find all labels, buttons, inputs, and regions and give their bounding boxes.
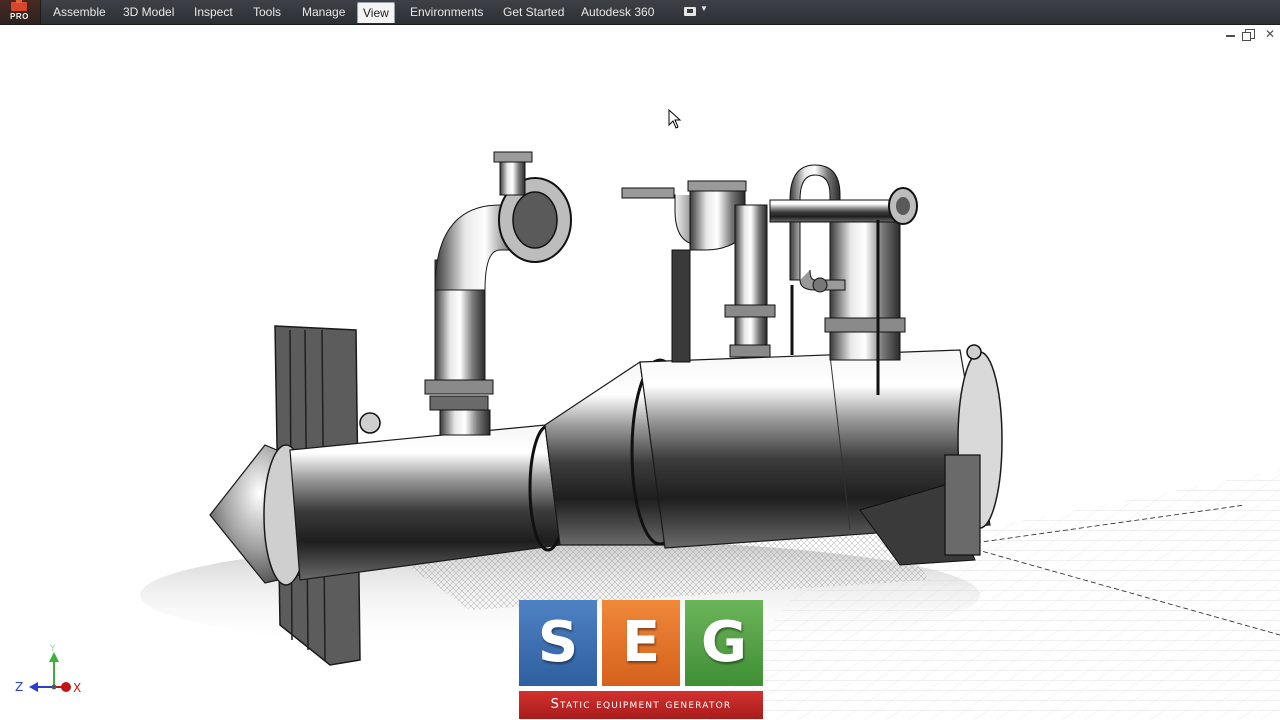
- tab-manage[interactable]: Manage: [297, 3, 350, 21]
- seg-letter-g: G: [685, 600, 763, 686]
- chevron-down-icon[interactable]: ▼: [700, 4, 708, 13]
- seg-letter-e: E: [602, 600, 680, 686]
- app-badge: PRO: [10, 12, 29, 21]
- seg-logo: S E G Static equipment generator: [519, 600, 763, 720]
- seg-caption: Static equipment generator: [519, 691, 763, 719]
- tab-view[interactable]: View: [357, 2, 395, 23]
- axis-x-label: X: [73, 681, 82, 695]
- tab-tools[interactable]: Tools: [248, 3, 286, 21]
- tab-autodesk-360[interactable]: Autodesk 360: [576, 3, 659, 21]
- seg-letter-s: S: [519, 600, 597, 686]
- tab-assemble[interactable]: Assemble: [48, 3, 111, 21]
- axis-y-label: Y: [50, 644, 56, 654]
- tab-inspect[interactable]: Inspect: [189, 3, 238, 21]
- tab-3d-model[interactable]: 3D Model: [118, 3, 179, 21]
- panel-display-icon[interactable]: [684, 7, 696, 16]
- ribbon-menu-bar: PRO Assemble 3D Model Inspect Tools Mana…: [0, 0, 1280, 25]
- tab-get-started[interactable]: Get Started: [498, 3, 569, 21]
- axis-z-label: Z: [15, 680, 24, 694]
- tab-environments[interactable]: Environments: [405, 3, 488, 21]
- application-menu-button[interactable]: PRO: [0, 0, 41, 24]
- inventor-logo-icon: [11, 0, 27, 11]
- mouse-cursor-icon: [668, 109, 682, 129]
